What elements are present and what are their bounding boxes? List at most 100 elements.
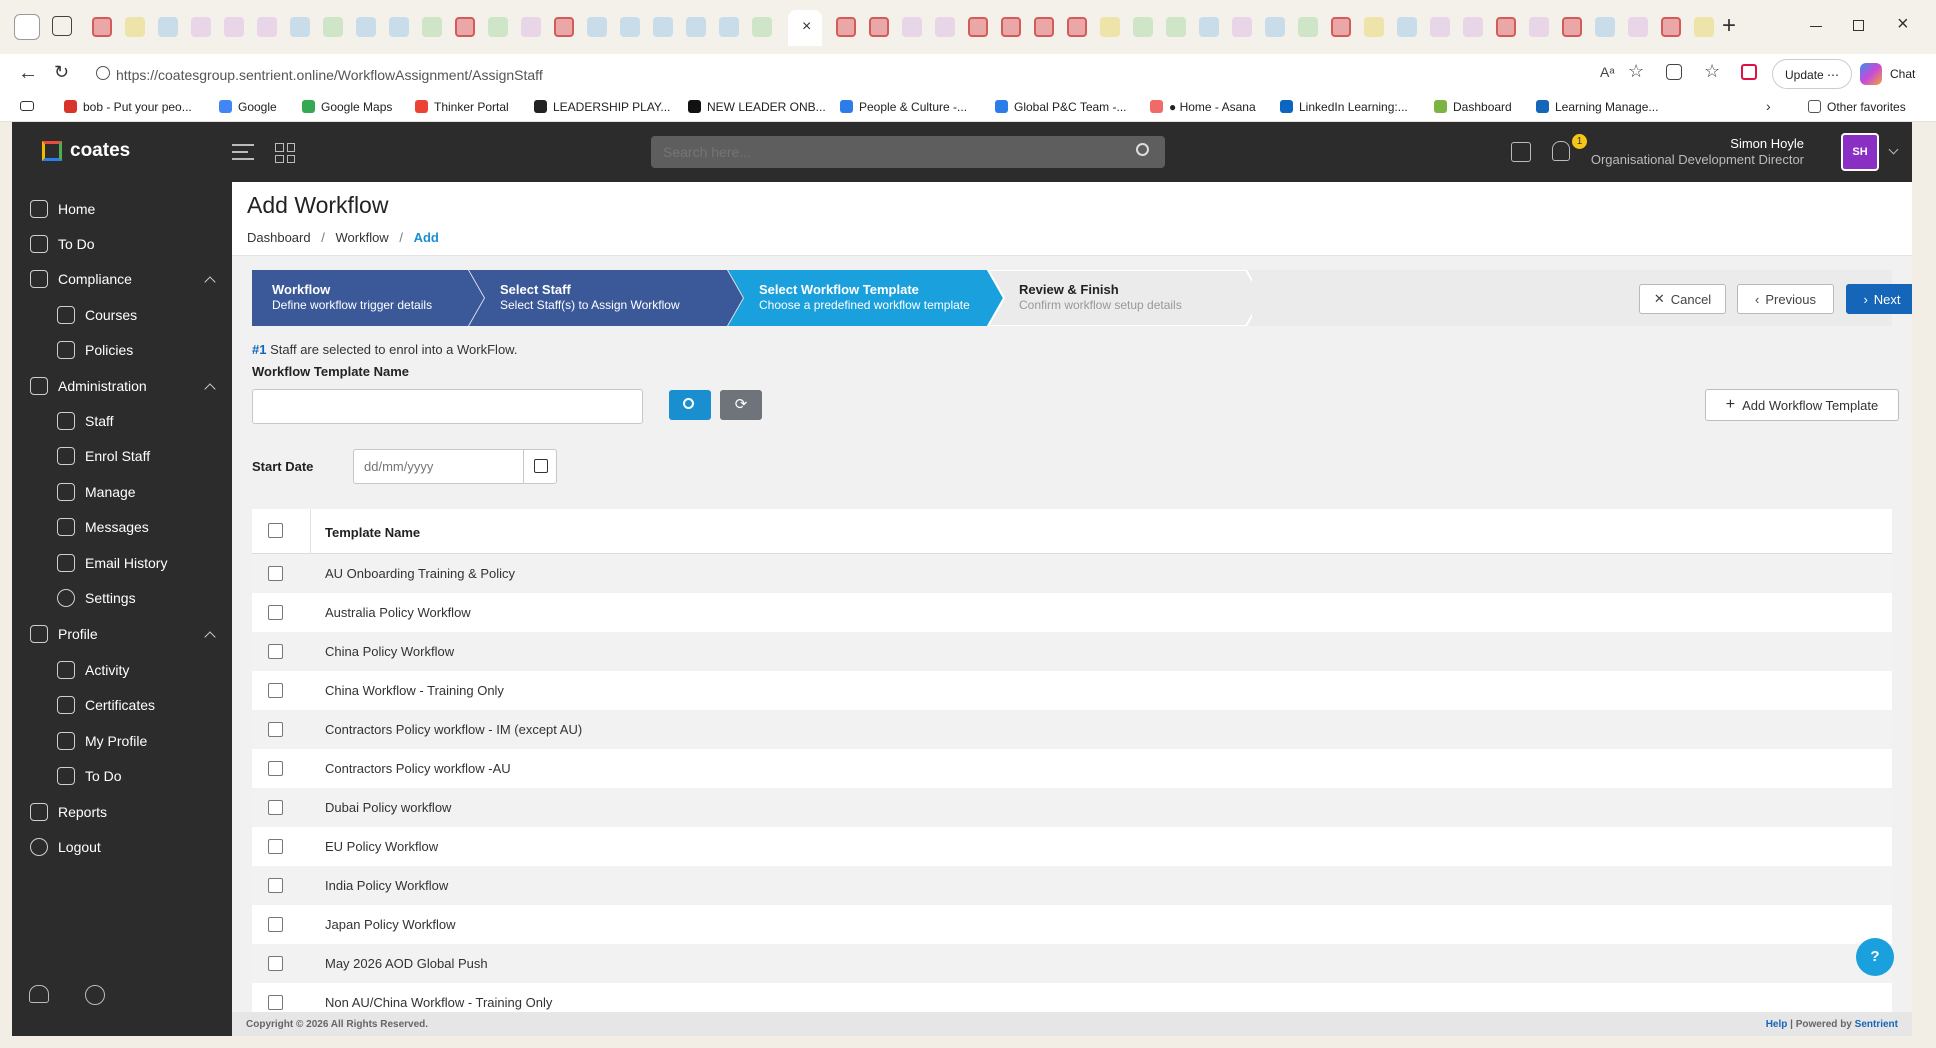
- sidebar-item-administration[interactable]: Administration: [30, 371, 216, 401]
- search-input[interactable]: [651, 136, 1165, 168]
- sidebar-item-reports[interactable]: Reports: [30, 797, 107, 827]
- tab-favicon-icon[interactable]: [836, 17, 856, 37]
- collections-icon[interactable]: [1741, 64, 1757, 80]
- tab-favicon-icon[interactable]: [125, 17, 145, 37]
- tab-favicon-icon[interactable]: [1298, 17, 1318, 37]
- gear-icon[interactable]: [85, 985, 105, 1005]
- close-icon[interactable]: ×: [802, 18, 811, 36]
- tab-favicon-icon[interactable]: [719, 17, 739, 37]
- tab-favicon-icon[interactable]: [1430, 17, 1450, 37]
- tab-favicon-icon[interactable]: [257, 17, 277, 37]
- search-button[interactable]: [669, 390, 711, 420]
- tab-favicon-icon[interactable]: [902, 17, 922, 37]
- sidebar-item-email-history[interactable]: Email History: [57, 548, 167, 578]
- row-checkbox[interactable]: [268, 605, 283, 620]
- back-icon[interactable]: ←: [18, 62, 38, 85]
- extensions-icon[interactable]: [1666, 64, 1682, 80]
- table-row[interactable]: China Workflow - Training Only: [252, 671, 1892, 710]
- tab-favicon-icon[interactable]: [1133, 17, 1153, 37]
- row-checkbox[interactable]: [268, 683, 283, 698]
- footer-help-link[interactable]: Help: [1766, 1019, 1788, 1030]
- table-row[interactable]: China Policy Workflow: [252, 632, 1892, 671]
- brand-logo[interactable]: coates: [42, 140, 130, 162]
- tab-favicon-icon[interactable]: [1496, 17, 1516, 37]
- sidebar-item-compliance[interactable]: Compliance: [30, 264, 216, 294]
- sidebar-item-enrol-staff[interactable]: Enrol Staff: [57, 441, 150, 471]
- table-row[interactable]: EU Policy Workflow: [252, 827, 1892, 866]
- template-name-input[interactable]: [252, 389, 643, 424]
- cancel-button[interactable]: ✕ Cancel: [1639, 284, 1726, 314]
- tab-favicon-icon[interactable]: [554, 17, 574, 37]
- table-row[interactable]: Dubai Policy workflow: [252, 788, 1892, 827]
- bookmark-item[interactable]: Google: [219, 100, 277, 114]
- user-menu-chevron-icon[interactable]: [1888, 144, 1899, 155]
- active-tab[interactable]: ×: [788, 10, 822, 46]
- refresh-icon[interactable]: ↻: [54, 62, 69, 83]
- restore-icon[interactable]: [1853, 20, 1864, 31]
- team-icon[interactable]: [29, 985, 49, 1003]
- tab-favicon-icon[interactable]: [587, 17, 607, 37]
- notification-bell-icon[interactable]: [1552, 141, 1570, 161]
- bookmark-item[interactable]: NEW LEADER ONB...: [688, 100, 826, 114]
- tab-favicon-icon[interactable]: [1166, 17, 1186, 37]
- bookmark-item[interactable]: bob - Put your peo...: [64, 100, 192, 114]
- tab-favicon-icon[interactable]: [1364, 17, 1384, 37]
- step-review-finish[interactable]: Review & Finish Confirm workflow setup de…: [999, 270, 1249, 326]
- sidebar-item-profile[interactable]: Profile: [30, 619, 216, 649]
- url-text[interactable]: https://coatesgroup.sentrient.online/Wor…: [116, 67, 543, 83]
- tab-favicon-icon[interactable]: [1199, 17, 1219, 37]
- table-row[interactable]: Japan Policy Workflow: [252, 905, 1892, 944]
- footer-brand-link[interactable]: Sentrient: [1855, 1019, 1898, 1030]
- tab-favicon-icon[interactable]: [389, 17, 409, 37]
- calendar-button[interactable]: [523, 449, 557, 484]
- reset-button[interactable]: ⟳: [720, 390, 762, 420]
- tab-favicon-icon[interactable]: [968, 17, 988, 37]
- tab-favicon-icon[interactable]: [224, 17, 244, 37]
- step-select-template[interactable]: Select Workflow Template Choose a predefi…: [739, 270, 989, 326]
- tab-favicon-icon[interactable]: [191, 17, 211, 37]
- tab-favicon-icon[interactable]: [1595, 17, 1615, 37]
- tab-favicon-icon[interactable]: [1694, 17, 1714, 37]
- tab-favicon-icon[interactable]: [1067, 17, 1087, 37]
- previous-button[interactable]: ‹ Previous: [1737, 284, 1834, 314]
- sidebar-item-manage[interactable]: Manage: [57, 477, 136, 507]
- tab-favicon-icon[interactable]: [1661, 17, 1681, 37]
- row-checkbox[interactable]: [268, 761, 283, 776]
- sidebar-item-todo[interactable]: To Do: [30, 229, 95, 259]
- tab-favicon-icon[interactable]: [488, 17, 508, 37]
- tab-favicon-icon[interactable]: [158, 17, 178, 37]
- workspaces-icon[interactable]: [52, 16, 72, 36]
- bookmark-item[interactable]: Dashboard: [1434, 100, 1512, 114]
- bookmark-item[interactable]: Thinker Portal: [415, 100, 509, 114]
- tab-favicon-icon[interactable]: [1397, 17, 1417, 37]
- avatar[interactable]: SH: [1841, 133, 1879, 171]
- update-button[interactable]: Update ⋯: [1772, 59, 1852, 89]
- other-favorites[interactable]: Other favorites: [1808, 100, 1906, 114]
- tab-actions-icon[interactable]: [14, 14, 40, 40]
- table-row[interactable]: Australia Policy Workflow: [252, 593, 1892, 632]
- sidebar-item-certificates[interactable]: Certificates: [57, 690, 155, 720]
- tab-favicon-icon[interactable]: [1265, 17, 1285, 37]
- search-icon[interactable]: [1136, 143, 1149, 156]
- row-checkbox[interactable]: [268, 722, 283, 737]
- tab-favicon-icon[interactable]: [1001, 17, 1021, 37]
- sidebar-item-logout[interactable]: Logout: [30, 832, 101, 862]
- tab-favicon-icon[interactable]: [1034, 17, 1054, 37]
- row-checkbox[interactable]: [268, 644, 283, 659]
- sidebar-item-profile-todo[interactable]: To Do: [57, 761, 122, 791]
- breadcrumb-dashboard[interactable]: Dashboard: [247, 230, 311, 245]
- favorite-star-icon[interactable]: ☆: [1628, 61, 1644, 82]
- tab-favicon-icon[interactable]: [1100, 17, 1120, 37]
- step-select-staff[interactable]: Select Staff Select Staff(s) to Assign Wo…: [480, 270, 730, 326]
- add-workflow-template-button[interactable]: + Add Workflow Template: [1705, 389, 1899, 421]
- bookmark-item[interactable]: LinkedIn Learning:...: [1280, 100, 1408, 114]
- copilot-icon[interactable]: [1860, 63, 1882, 85]
- table-row[interactable]: Contractors Policy workflow -AU: [252, 749, 1892, 788]
- row-checkbox[interactable]: [268, 566, 283, 581]
- chat-label[interactable]: Chat: [1890, 67, 1915, 81]
- bookmark-item[interactable]: LEADERSHIP PLAY...: [534, 100, 670, 114]
- sidebar-item-home[interactable]: Home: [30, 194, 95, 224]
- sidebar-item-settings[interactable]: Settings: [57, 583, 136, 613]
- sidebar-item-policies[interactable]: Policies: [57, 335, 133, 365]
- row-checkbox[interactable]: [268, 839, 283, 854]
